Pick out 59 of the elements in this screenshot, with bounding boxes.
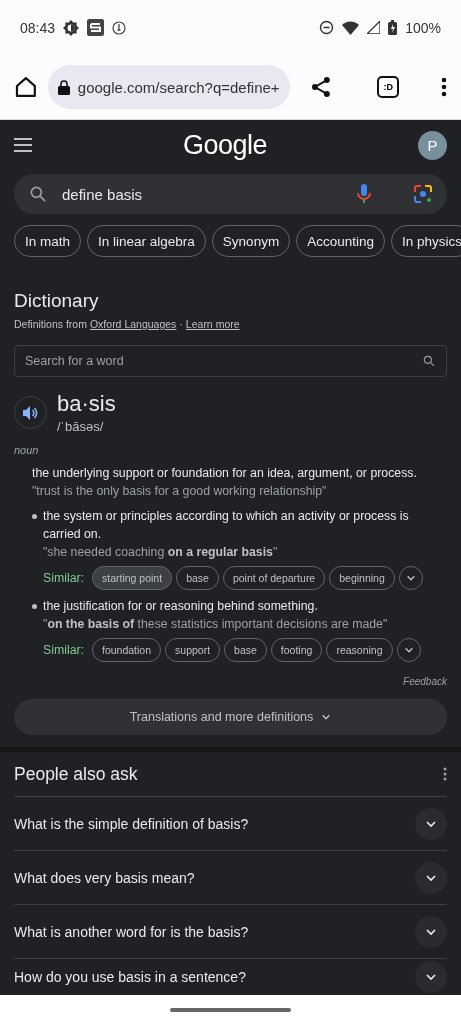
chevron-down-icon [403,645,414,655]
learn-more-link[interactable]: Learn more [185,318,240,330]
search-icon [28,184,48,204]
wifi-icon [342,20,360,35]
search-field[interactable]: define basis [14,174,447,214]
search-icon [422,354,436,368]
similar-word-chip[interactable]: starting point [92,566,173,590]
section-title: People also ask [14,763,138,785]
status-time: 08:43 [20,19,56,36]
lock-icon [57,79,70,95]
chevron-down-icon [405,573,416,583]
expand-button[interactable] [415,861,447,894]
battery-icon [388,20,398,35]
camera-lens-icon[interactable] [413,184,433,204]
more-options-icon[interactable] [443,767,447,781]
speaker-icon [23,405,38,420]
menu-icon[interactable] [441,77,447,97]
phonetic: /ˈbāsəs/ [57,419,105,434]
battery-percent: 100% [405,19,441,36]
definition-text: the system or principles according to which an activity or process is carried on. [43,508,410,543]
microphone-icon[interactable] [357,184,371,204]
question-text[interactable]: What is the simple definition of basis? [14,815,249,832]
definition-text: the underlying support or foundation for an idea, argument, or process. [32,465,418,482]
more-definitions-button[interactable]: Translations and more definitions [14,699,447,735]
question-text[interactable]: What does very basis mean? [14,869,195,886]
source-link[interactable]: Oxford Languages [89,318,177,330]
feedback-link[interactable]: Feedback [403,676,447,687]
source-text: Definitions from [14,318,87,330]
question-text[interactable]: How do you use basis in a sentence? [14,969,246,985]
signal-icon [367,21,381,34]
expand-button[interactable] [415,961,447,993]
part-of-speech: noun [14,444,40,456]
section-title: Dictionary [14,290,100,312]
bullet [32,604,37,609]
brightness-icon [63,19,80,36]
expand-button[interactable] [415,807,447,840]
address-bar[interactable]: google.com/search?q=define+ [47,65,290,109]
tab-switcher-button[interactable]: :D [377,76,400,98]
example-text: "on the basis of these statistics important decisions are made" [43,616,389,633]
app-icon [87,19,105,36]
chevron-down-icon [425,971,437,983]
example-text: "trust is the only basis for a good working relationship" [32,483,328,500]
definition-text: the justification for or reasoning behind something. [43,598,319,615]
bullet [32,514,37,519]
chevron-down-icon [321,712,332,722]
word-search-field[interactable]: Search for a word [14,345,447,377]
similar-label: Similar: [43,643,84,657]
home-icon[interactable] [14,75,38,99]
expand-button[interactable] [415,915,447,948]
menu-icon[interactable] [14,138,32,152]
google-logo: Google [182,129,268,161]
question-text[interactable]: What is another word for is the basis? [14,923,249,940]
headword: ba·sis [57,391,116,417]
similar-label: Similar: [43,571,84,585]
example-text: "she needed coaching on a regular basis" [43,544,279,561]
share-icon[interactable] [309,76,332,98]
do-not-disturb-icon [319,20,335,35]
separator-dot: · [179,318,183,330]
lightbulb-icon [112,20,127,35]
